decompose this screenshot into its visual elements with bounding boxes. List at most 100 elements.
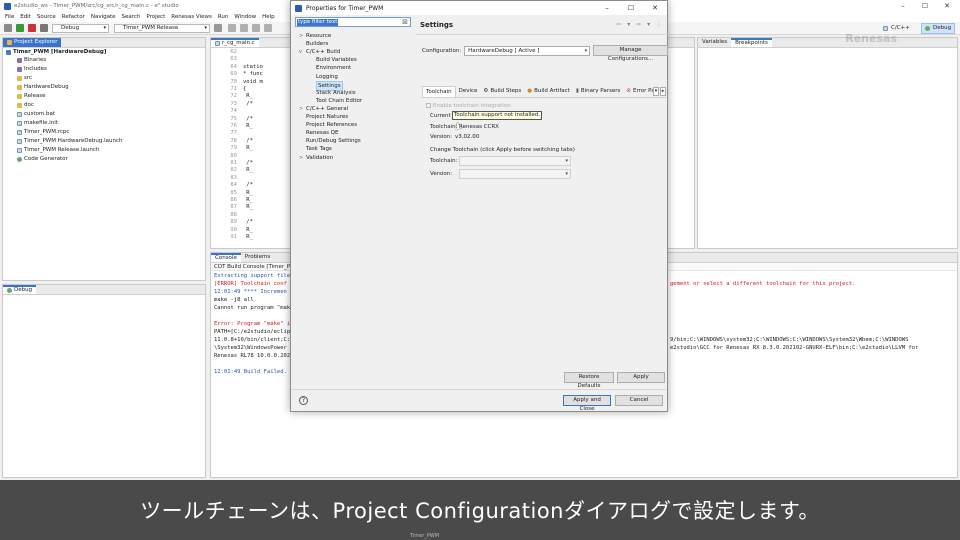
filter-input[interactable]: type filter text ⊠	[295, 17, 411, 27]
tree-item[interactable]: Timer_PWM [HardwareDebug]	[6, 49, 106, 56]
launch-mode-icon[interactable]	[40, 24, 48, 32]
tree-item[interactable]: Includes	[17, 66, 47, 73]
nav-item[interactable]: Builders	[299, 40, 328, 48]
run-icon[interactable]	[16, 24, 24, 32]
settings-icon[interactable]	[214, 24, 222, 32]
manage-configurations-button[interactable]: Manage Configurations...	[593, 45, 668, 62]
tree-item[interactable]: src	[17, 75, 32, 82]
tree-item[interactable]: Timer_PWM Release.launch	[17, 147, 99, 154]
minimize-icon[interactable]: –	[595, 1, 619, 15]
hammer-icon[interactable]	[4, 24, 12, 32]
tab-scroll-right-icon[interactable]: ▸	[660, 87, 666, 96]
toolchain-tab-body: Enable toolchain integration Current Too…	[422, 98, 666, 188]
menu-window[interactable]: Window	[231, 12, 259, 22]
new-icon[interactable]	[228, 24, 236, 32]
tab-problems[interactable]: Problems	[241, 253, 274, 262]
nav-item[interactable]: v C/C++ Build	[299, 48, 340, 56]
line-number: 79	[230, 145, 237, 152]
tab-binary-parsers[interactable]: ▮ Binary Parsers	[573, 86, 624, 97]
tree-item[interactable]: Code Generator	[17, 156, 68, 163]
nav-item[interactable]: Project Natures	[299, 113, 348, 121]
apply-button[interactable]: Apply	[617, 372, 665, 383]
chevron-icon[interactable]: >	[299, 105, 304, 113]
configuration-select[interactable]: HardwareDebug [ Active ] ▾	[464, 45, 591, 56]
tree-item[interactable]: Release	[17, 93, 46, 100]
minimize-icon[interactable]: –	[892, 0, 914, 12]
nav-item[interactable]: Stack Analysis	[309, 89, 356, 97]
launch-config-combo[interactable]: Timer_PWM Release ▾	[114, 24, 210, 33]
nav-item[interactable]: Run/Debug Settings	[299, 137, 361, 145]
taskbar-hint: Timer_PWM	[410, 533, 440, 539]
code-text: void m	[243, 78, 263, 85]
menu-renesas-views[interactable]: Renesas Views	[168, 12, 215, 22]
help-icon[interactable]: ?	[299, 396, 308, 405]
menu-help[interactable]: Help	[259, 12, 278, 22]
nav-item[interactable]: Logging	[309, 73, 338, 81]
close-icon[interactable]: ✕	[936, 0, 958, 12]
clear-icon[interactable]: ⊠	[402, 18, 408, 27]
line-number: 81	[230, 160, 237, 166]
tab-console[interactable]: Console	[211, 253, 241, 262]
menu-source[interactable]: Source	[34, 12, 59, 22]
chevron-icon[interactable]: >	[299, 154, 304, 162]
perspective-debug[interactable]: Debug	[921, 23, 956, 34]
nav-item[interactable]: Build Variables	[309, 56, 357, 64]
print-icon[interactable]	[252, 24, 260, 32]
nav-item[interactable]: Tool Chain Editor	[309, 97, 362, 105]
tab-build-steps[interactable]: ⚙ Build Steps	[480, 86, 524, 97]
tab-breakpoints[interactable]: Breakpoints	[731, 38, 772, 47]
nav-item[interactable]: Renesas QE	[299, 129, 338, 137]
tab-device[interactable]: Device	[456, 86, 481, 97]
tree-item[interactable]: Timer_PWM.rcpc	[17, 129, 69, 136]
nav-item[interactable]: > C/C++ General	[299, 105, 348, 113]
code-line: 79 R_	[211, 145, 253, 152]
toolchain-select[interactable]: ▾	[459, 156, 571, 166]
nav-item[interactable]: Environment	[309, 64, 351, 72]
tree-item[interactable]: doc	[17, 102, 34, 109]
tab-variables[interactable]: Variables	[698, 38, 731, 47]
maximize-icon[interactable]: ☐	[619, 1, 643, 15]
menu-project[interactable]: Project	[143, 12, 168, 22]
tree-item[interactable]: HardwareDebug	[17, 84, 69, 91]
tree-item[interactable]: custom.bat	[17, 111, 55, 118]
menu-file[interactable]: File	[2, 12, 17, 22]
save-icon[interactable]	[240, 24, 248, 32]
build-config-combo[interactable]: Debug ▾	[52, 24, 109, 33]
chevron-icon[interactable]: v	[299, 48, 304, 56]
chevron-icon[interactable]: >	[299, 32, 304, 40]
menu-refactor[interactable]: Refactor	[59, 12, 88, 22]
nav-item[interactable]: > Validation	[299, 154, 333, 162]
tab-debug[interactable]: Debug	[3, 285, 37, 294]
tree-item[interactable]: Timer_PWM HardwareDebug.launch	[17, 138, 123, 145]
version-select[interactable]: ▾	[459, 169, 571, 179]
nav-item[interactable]: Project References	[299, 121, 357, 129]
cancel-button[interactable]: Cancel	[615, 395, 663, 406]
close-icon[interactable]: ✕	[643, 1, 667, 15]
apply-and-close-button[interactable]: Apply and Close	[563, 395, 611, 412]
code-line: 78 /*	[211, 138, 253, 145]
folder-icon	[17, 85, 22, 90]
search-icon[interactable]	[264, 24, 272, 32]
tab-project-explorer[interactable]: Project Explorer	[3, 38, 62, 47]
chevron-down-icon: ▾	[584, 47, 588, 54]
code-text: R_	[243, 93, 253, 100]
nav-item[interactable]: Task Tags	[299, 145, 332, 153]
stop-icon[interactable]	[28, 24, 36, 32]
chevron-down-icon[interactable]: ▾	[653, 87, 659, 96]
nav-item[interactable]: > Resource	[299, 32, 331, 40]
code-area[interactable]: 62 63 64 statio 69 * func 70 void m 71{72 R_ 73 /…	[211, 49, 291, 249]
menu-run[interactable]: Run	[215, 12, 232, 22]
tab-build-artifact[interactable]: ● Build Artifact	[524, 86, 573, 97]
console-output[interactable]: Extracting support file [ERROR] Toolchain…	[211, 272, 301, 472]
menu-search[interactable]: Search	[119, 12, 144, 22]
enable-integration-checkbox[interactable]: Enable toolchain integration	[426, 102, 511, 110]
tree-item[interactable]: Binaries	[17, 57, 46, 64]
tree-item[interactable]: makefile.init	[17, 120, 58, 127]
menu-navigate[interactable]: Navigate	[88, 12, 119, 22]
tab-editor-file[interactable]: r_cg_main.c	[211, 38, 259, 47]
restore-defaults-button[interactable]: Restore Defaults	[564, 372, 614, 389]
menu-edit[interactable]: Edit	[17, 12, 34, 22]
nav-arrows-icon[interactable]: ⇦ ▾ ⇨ ▾ ⋮	[616, 21, 664, 28]
tab-toolchain[interactable]: Toolchain	[422, 86, 456, 97]
maximize-icon[interactable]: ☐	[914, 0, 936, 12]
